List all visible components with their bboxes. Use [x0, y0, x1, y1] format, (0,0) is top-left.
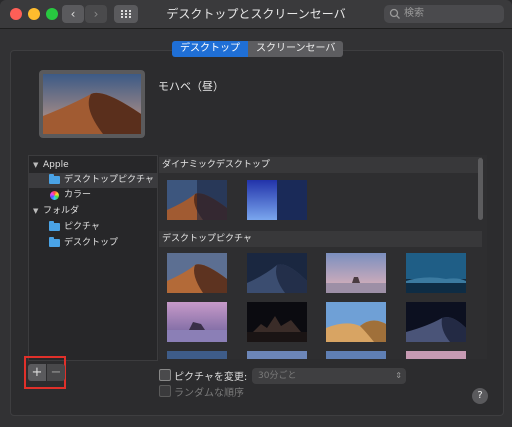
- search-placeholder: 検索: [404, 8, 424, 19]
- search-icon: [389, 8, 400, 19]
- wallpaper-thumb[interactable]: [326, 351, 386, 359]
- up-down-arrows-icon: ⇕: [395, 371, 402, 380]
- color-wheel-icon: [50, 191, 59, 200]
- mojave-day-image: [43, 74, 141, 134]
- wallpaper-thumb[interactable]: [406, 253, 466, 293]
- wallpaper-thumb[interactable]: [326, 302, 386, 342]
- tab-bar: デスクトップ スクリーンセーバ: [172, 41, 344, 57]
- wallpaper-thumb[interactable]: [247, 253, 307, 293]
- sidebar-item-label: ピクチャ: [64, 222, 100, 232]
- interval-value: 30分ごと: [258, 371, 297, 381]
- wallpaper-thumb[interactable]: [326, 253, 386, 293]
- disclosure-down-icon: ▼: [33, 207, 39, 215]
- source-sidebar: ▼ Apple デスクトップピクチャ カラー ▼ フォルダ ピクチャ デスクトッ…: [28, 155, 158, 361]
- sidebar-item-label: デスクトップピクチャ: [64, 175, 154, 185]
- wallpaper-thumb[interactable]: [247, 351, 307, 359]
- random-order-label: ランダムな順序: [174, 388, 244, 399]
- tab-desktop[interactable]: デスクトップ: [172, 41, 248, 57]
- search-field[interactable]: 検索: [384, 5, 504, 23]
- wallpaper-thumb[interactable]: [167, 351, 227, 359]
- current-wallpaper-preview: [39, 70, 145, 138]
- remove-folder-button[interactable]: −: [47, 364, 65, 381]
- preferences-window: ‹ › デスクトップとスクリーンセーバ 検索 デスクトップ スクリーンセーバ モ…: [0, 0, 512, 427]
- section-header-dynamic: ダイナミックデスクトップ: [159, 157, 482, 173]
- wallpaper-thumb-mojave[interactable]: [167, 180, 227, 220]
- help-button[interactable]: ?: [472, 388, 488, 404]
- sidebar-item-label: デスクトップ: [64, 238, 119, 248]
- add-folder-button[interactable]: +: [28, 364, 46, 381]
- disclosure-down-icon: ▼: [33, 161, 39, 169]
- sidebar-group-label: フォルダ: [43, 206, 80, 216]
- section-header-desktop-pictures: デスクトップピクチャ: [159, 231, 482, 247]
- sidebar-item-label: カラー: [64, 190, 92, 200]
- current-wallpaper-name: モハベ（昼）: [158, 80, 224, 93]
- sidebar-item-pictures[interactable]: ピクチャ: [29, 220, 157, 235]
- wallpaper-thumb[interactable]: [167, 253, 227, 293]
- wallpaper-gallery: ダイナミックデスクトップ デスクトップピクチャ: [159, 155, 487, 359]
- sidebar-group-label: Apple: [43, 160, 69, 170]
- sidebar-group-folders[interactable]: ▼ フォルダ: [29, 204, 157, 219]
- folder-icon: [49, 174, 60, 184]
- sidebar-group-apple[interactable]: ▼ Apple: [29, 158, 157, 173]
- change-picture-label: ピクチャを変更:: [174, 372, 248, 383]
- wallpaper-thumb[interactable]: [406, 302, 466, 342]
- title-bar: ‹ › デスクトップとスクリーンセーバ 検索: [0, 0, 512, 29]
- wallpaper-thumb[interactable]: [167, 302, 227, 342]
- sidebar-item-desktop-pictures[interactable]: デスクトップピクチャ: [29, 173, 157, 188]
- sidebar-item-desktop[interactable]: デスクトップ: [29, 236, 157, 251]
- folder-icon: [49, 221, 60, 231]
- wallpaper-thumb-solar-gradients[interactable]: [247, 180, 307, 220]
- gallery-scrollbar[interactable]: [478, 158, 483, 220]
- wallpaper-thumb[interactable]: [406, 351, 466, 359]
- folder-icon: [49, 237, 60, 247]
- interval-select[interactable]: 30分ごと ⇕: [252, 368, 406, 384]
- wallpaper-thumb[interactable]: [247, 302, 307, 342]
- tab-screensaver[interactable]: スクリーンセーバ: [248, 41, 344, 57]
- change-picture-checkbox[interactable]: [159, 369, 171, 381]
- random-order-checkbox[interactable]: [159, 385, 171, 397]
- sidebar-item-colors[interactable]: カラー: [29, 188, 157, 203]
